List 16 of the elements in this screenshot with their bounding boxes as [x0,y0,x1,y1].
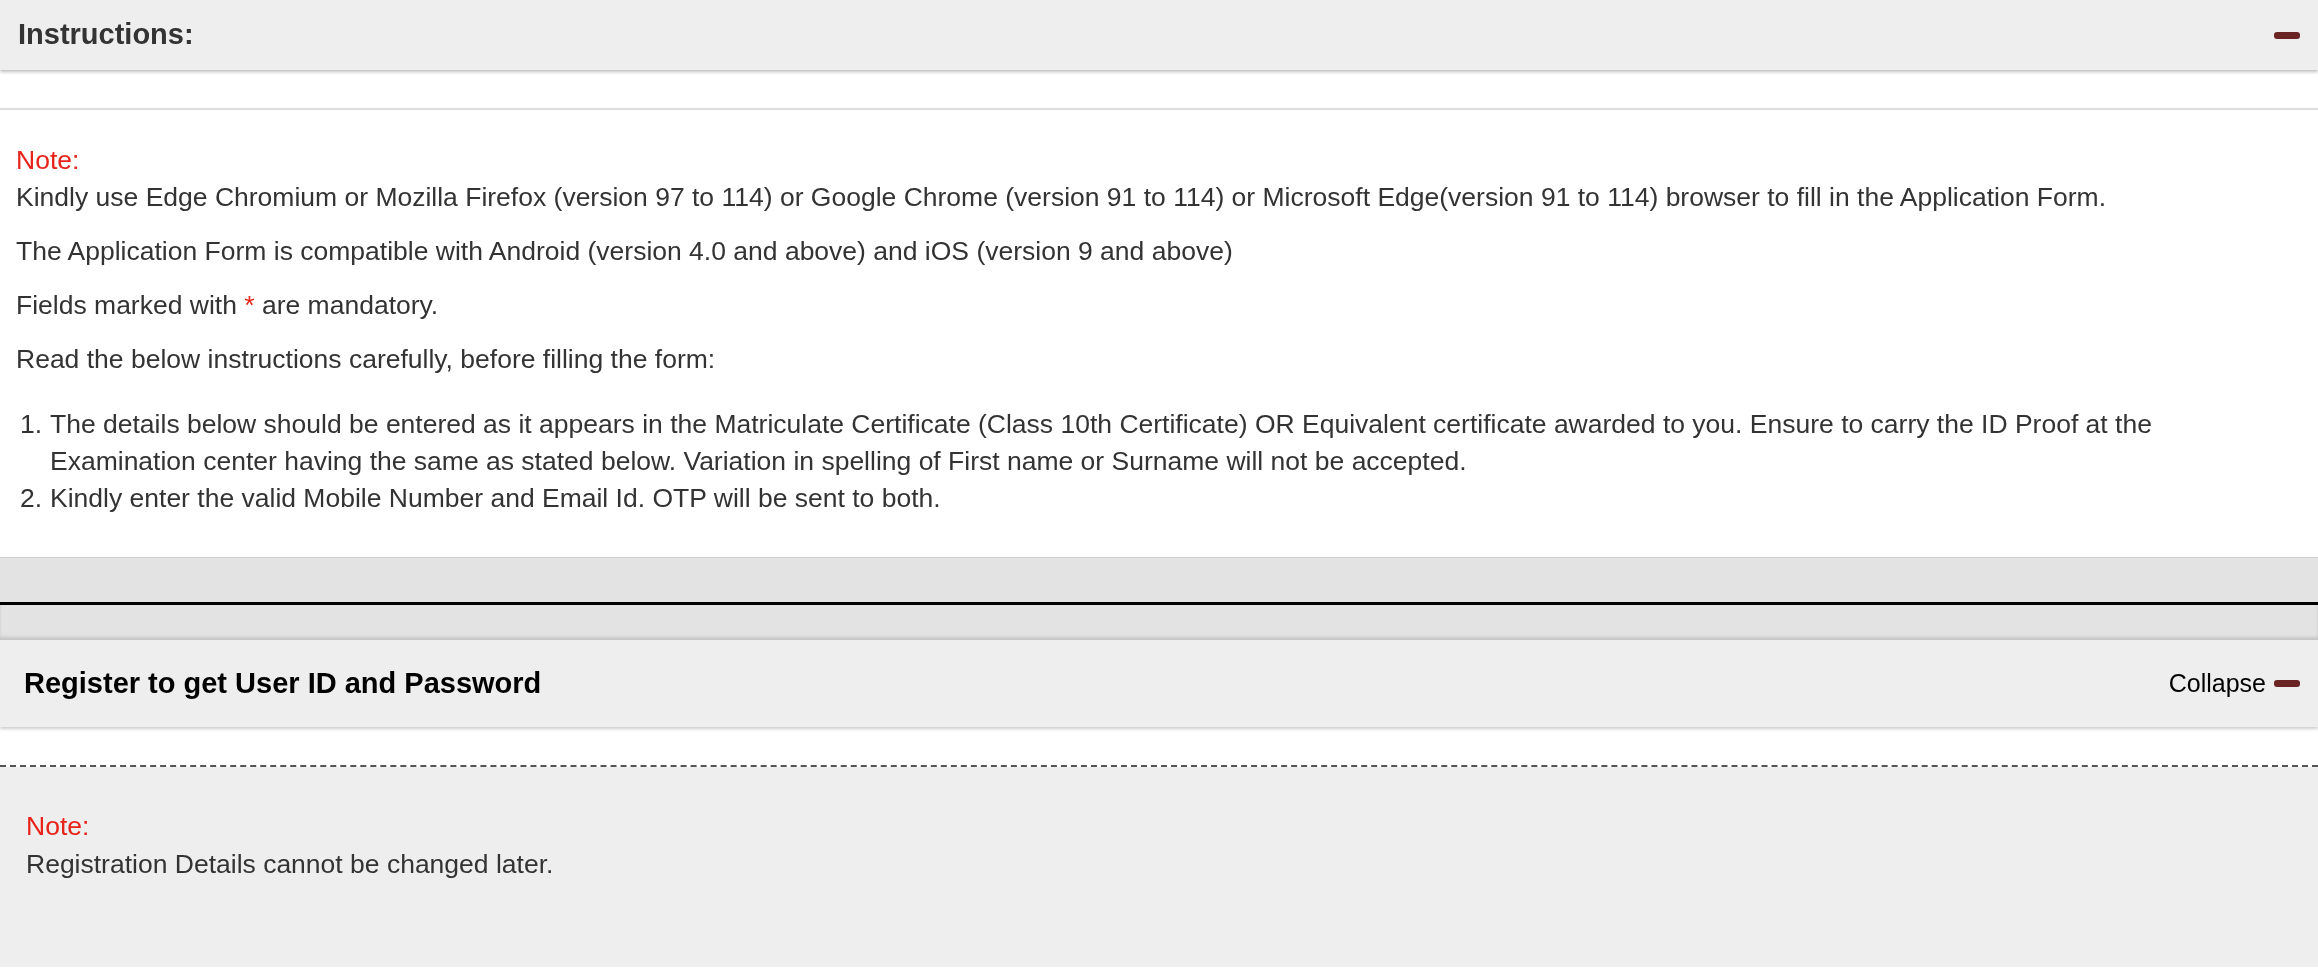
panel-title: Register to get User ID and Password [24,665,542,701]
minus-icon[interactable] [2274,680,2300,687]
instruction-text: Kindly use Edge Chromium or Mozilla Firefox (version 97 to 114) or Google Chrome (version 91 to 114) or Microsoft Edge(version 91 to 114) browser to fill in the Application Form. [16,181,2107,214]
note-label: Note: [16,144,81,177]
minus-icon[interactable] [2274,31,2300,39]
instruction-step: Kindly enter the valid Mobile Number and Email Id. OTP will be sent to both. [50,480,941,517]
instruction-text: Fields marked with * are mandatory. [16,289,440,322]
instruction-text: Read the below instructions carefully, before filling the form: [16,343,717,376]
list-number: 1. [18,408,42,441]
list-number: 2. [18,482,42,515]
collapse-link[interactable]: Collapse [2168,664,2266,703]
panel-title: Instructions: [18,17,194,53]
note-text: Registration Details cannot be changed later. [26,848,555,882]
instruction-step: The details below should be entered as it appears in the Matriculate Certificate (Class 10th Certificate) OR Equivalent certificate awarded to you. Ensure to carry the ID Proof at the Examination center having the same as stated below. Variation in spelling of First name or Surname will not be accepted. [50,406,2302,480]
instruction-text: The Application Form is compatible with Android (version 4.0 and above) and iOS (version 9 and above) [16,235,1234,268]
note-label: Note: [26,810,91,843]
